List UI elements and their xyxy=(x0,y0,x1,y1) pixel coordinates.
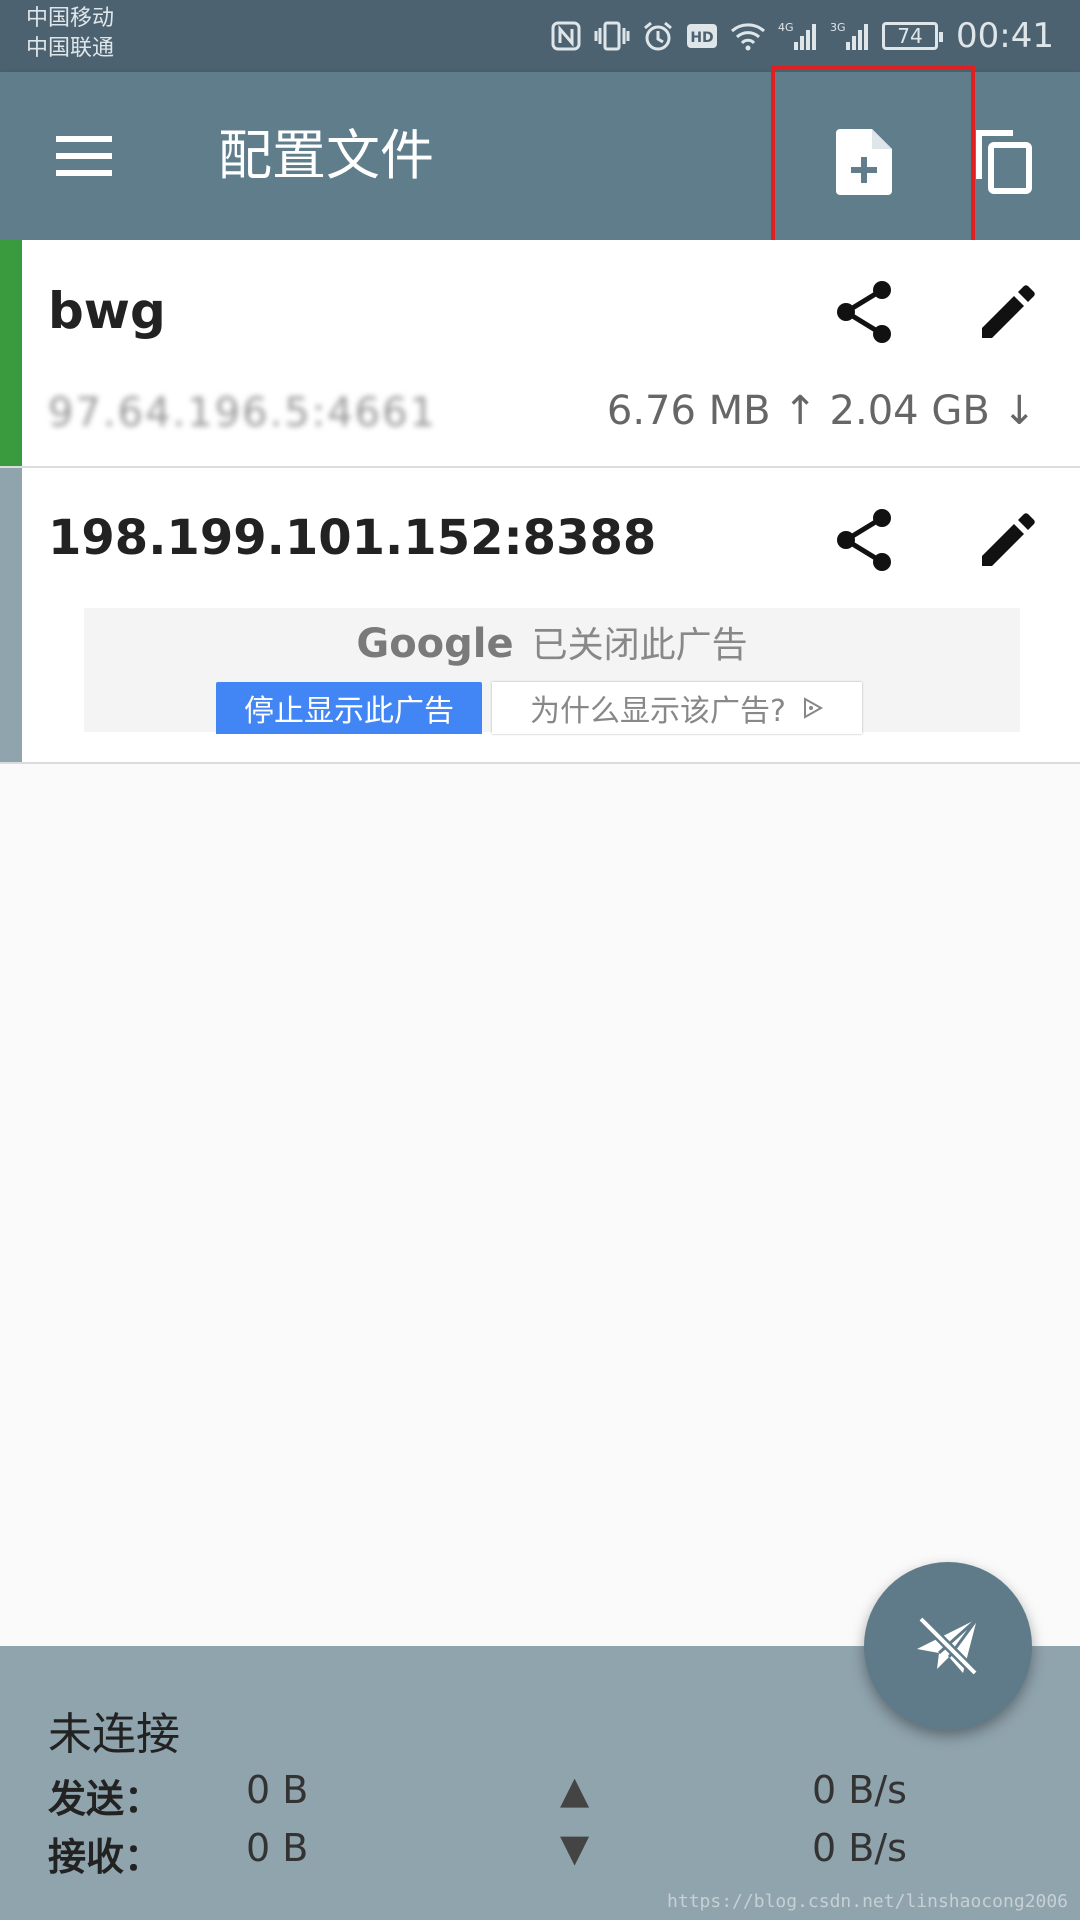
add-profile-button[interactable] xyxy=(820,118,908,206)
battery-icon: 74 xyxy=(882,22,944,50)
profile-name: bwg xyxy=(48,282,166,340)
send-label: 发送： xyxy=(48,1777,163,1821)
receive-total: 0 B xyxy=(246,1826,309,1870)
edit-icon xyxy=(982,513,1035,566)
copy-icon xyxy=(976,130,1032,194)
profile-name: 198.199.101.152:8388 xyxy=(48,510,657,566)
menu-icon xyxy=(56,136,112,176)
active-indicator xyxy=(0,240,22,466)
profile-traffic: 6.76 MB ↑ 2.04 GB ↓ xyxy=(606,388,1036,434)
paper-plane-off-icon xyxy=(917,1615,979,1677)
menu-button[interactable] xyxy=(40,122,128,190)
edit-button[interactable] xyxy=(968,500,1048,580)
svg-text:HD: HD xyxy=(690,30,713,46)
edit-button[interactable] xyxy=(968,272,1048,352)
edit-icon xyxy=(982,285,1035,338)
download-arrow-icon: ▼ xyxy=(560,1826,590,1870)
wifi-icon xyxy=(730,21,766,51)
alarm-icon xyxy=(642,20,674,52)
share-button[interactable] xyxy=(824,272,904,352)
adchoices-icon xyxy=(803,697,824,719)
carrier-info: 中国移动 中国联通 xyxy=(26,4,114,64)
receive-rate: 0 B/s xyxy=(812,1826,907,1870)
receive-label: 接收： xyxy=(48,1835,163,1879)
stop-ad-button[interactable]: 停止显示此广告 xyxy=(216,682,482,734)
profile-host: 97.64.196.5:4661 xyxy=(48,390,438,436)
vibrate-icon xyxy=(594,20,630,52)
watermark: https://blog.csdn.net/linshaocong2006 xyxy=(667,1891,1068,1912)
connection-status: 未连接 xyxy=(48,1709,180,1760)
send-total: 0 B xyxy=(246,1768,309,1812)
hd-icon: HD xyxy=(686,22,718,50)
share-button[interactable] xyxy=(824,500,904,580)
ad-closed-text: 已关闭此广告 xyxy=(531,625,748,666)
ad-closed-panel: Google 已关闭此广告 停止显示此广告 为什么显示该广告? xyxy=(84,608,1020,734)
nfc-icon xyxy=(550,20,582,52)
inactive-indicator xyxy=(0,468,22,762)
signal-4g-icon: 4G xyxy=(778,20,818,52)
carrier-2: 中国联通 xyxy=(26,36,115,61)
app-bar: 配置文件 xyxy=(0,72,1080,240)
send-rate: 0 B/s xyxy=(812,1768,907,1812)
page-title: 配置文件 xyxy=(218,124,434,187)
why-ad-button[interactable]: 为什么显示该广告? xyxy=(492,682,862,734)
upload-arrow-icon: ▲ xyxy=(560,1768,590,1812)
svg-text:3G: 3G xyxy=(830,21,846,34)
connect-fab[interactable] xyxy=(864,1562,1032,1730)
status-bar: 中国移动 中国联通 HD 4G 3G 74 00:41 xyxy=(0,0,1080,72)
profile-card-bwg[interactable]: bwg 97.64.196.5:4661 6.76 MB ↑ 2.04 GB ↓ xyxy=(0,240,1080,468)
share-icon xyxy=(837,281,891,343)
profile-card-server[interactable]: 198.199.101.152:8388 Google 已关闭此广告 停止显示此广… xyxy=(0,468,1080,764)
add-file-icon xyxy=(836,129,892,195)
google-logo: Google xyxy=(356,621,514,667)
ad-closed-message: Google 已关闭此广告 xyxy=(84,616,1020,668)
status-icons: HD 4G 3G 74 00:41 xyxy=(550,12,1054,60)
svg-text:4G: 4G xyxy=(778,21,794,34)
signal-3g-icon: 3G xyxy=(830,20,870,52)
carrier-1: 中国移动 xyxy=(26,6,115,31)
share-icon xyxy=(837,509,891,571)
copy-button[interactable] xyxy=(960,118,1048,206)
clock: 00:41 xyxy=(956,16,1054,56)
why-ad-label: 为什么显示该广告? xyxy=(530,694,786,729)
